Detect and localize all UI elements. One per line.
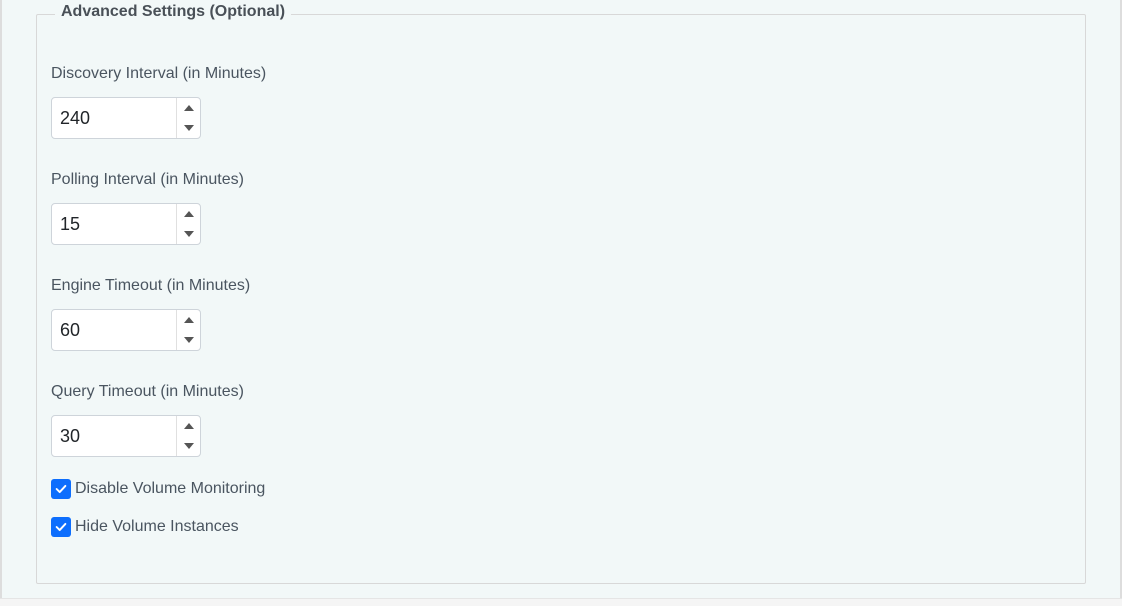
chevron-up-icon <box>184 211 194 217</box>
discovery-interval-up[interactable] <box>177 98 200 118</box>
polling-interval-up[interactable] <box>177 204 200 224</box>
chevron-down-icon <box>184 231 194 237</box>
disable-volume-monitoring-row: Disable Volume Monitoring <box>51 479 1071 499</box>
engine-timeout-input[interactable] <box>52 310 176 350</box>
discovery-interval-group: Discovery Interval (in Minutes) <box>51 65 1071 139</box>
query-timeout-group: Query Timeout (in Minutes) <box>51 383 1071 457</box>
hide-volume-instances-checkbox[interactable] <box>51 517 71 537</box>
chevron-down-icon <box>184 337 194 343</box>
discovery-interval-stepper[interactable] <box>51 97 201 139</box>
content-area: Advanced Settings (Optional) Discovery I… <box>22 0 1100 598</box>
query-timeout-stepper[interactable] <box>51 415 201 457</box>
check-icon <box>54 520 68 534</box>
polling-interval-stepper[interactable] <box>51 203 201 245</box>
disable-volume-monitoring-checkbox[interactable] <box>51 479 71 499</box>
hide-volume-instances-label: Hide Volume Instances <box>75 518 239 536</box>
query-timeout-spinner <box>176 416 200 456</box>
check-icon <box>54 482 68 496</box>
chevron-down-icon <box>184 443 194 449</box>
engine-timeout-up[interactable] <box>177 310 200 330</box>
outer-border-bottom <box>0 598 1122 606</box>
chevron-up-icon <box>184 105 194 111</box>
polling-interval-down[interactable] <box>177 224 200 244</box>
polling-interval-input[interactable] <box>52 204 176 244</box>
query-timeout-down[interactable] <box>177 436 200 456</box>
discovery-interval-input[interactable] <box>52 98 176 138</box>
chevron-up-icon <box>184 423 194 429</box>
polling-interval-spinner <box>176 204 200 244</box>
fieldset-legend: Advanced Settings (Optional) <box>55 3 291 21</box>
discovery-interval-down[interactable] <box>177 118 200 138</box>
query-timeout-label: Query Timeout (in Minutes) <box>51 383 1071 401</box>
hide-volume-instances-row: Hide Volume Instances <box>51 517 1071 537</box>
polling-interval-group: Polling Interval (in Minutes) <box>51 171 1071 245</box>
discovery-interval-spinner <box>176 98 200 138</box>
advanced-settings-fieldset: Advanced Settings (Optional) Discovery I… <box>36 14 1086 584</box>
chevron-down-icon <box>184 125 194 131</box>
outer-border-left <box>0 0 2 606</box>
chevron-up-icon <box>184 317 194 323</box>
query-timeout-up[interactable] <box>177 416 200 436</box>
query-timeout-input[interactable] <box>52 416 176 456</box>
engine-timeout-group: Engine Timeout (in Minutes) <box>51 277 1071 351</box>
disable-volume-monitoring-label: Disable Volume Monitoring <box>75 480 265 498</box>
engine-timeout-down[interactable] <box>177 330 200 350</box>
discovery-interval-label: Discovery Interval (in Minutes) <box>51 65 1071 83</box>
polling-interval-label: Polling Interval (in Minutes) <box>51 171 1071 189</box>
engine-timeout-stepper[interactable] <box>51 309 201 351</box>
engine-timeout-label: Engine Timeout (in Minutes) <box>51 277 1071 295</box>
engine-timeout-spinner <box>176 310 200 350</box>
